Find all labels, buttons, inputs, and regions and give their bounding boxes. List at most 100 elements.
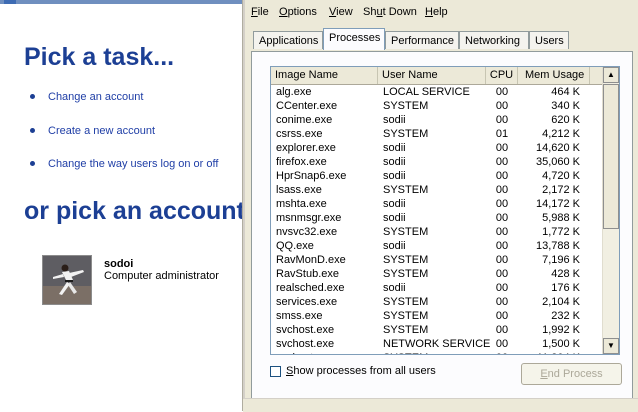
menu-options[interactable]: Options — [279, 5, 317, 19]
menu-view[interactable]: View — [329, 5, 353, 19]
process-mem-usage: 4,212 K — [542, 128, 580, 140]
tab-processes[interactable]: Processes — [323, 28, 385, 50]
tab-networking[interactable]: Networking — [459, 31, 529, 49]
column-header-user-name[interactable]: User Name — [378, 67, 486, 84]
column-header-mem-usage[interactable]: Mem Usage — [518, 67, 590, 84]
task-link-label[interactable]: Create a new account — [48, 125, 155, 137]
process-row[interactable]: explorer.exe sodii 00 14,620 K — [271, 141, 603, 155]
process-image-name: lsass.exe — [276, 184, 322, 196]
process-row[interactable]: services.exe SYSTEM 00 2,104 K — [271, 295, 603, 309]
process-row[interactable]: svchost.exe NETWORK SERVICE 00 1,500 K — [271, 337, 603, 351]
process-row[interactable]: svchost.exe SYSTEM 0011,304 K — [271, 351, 603, 354]
process-user-name: SYSTEM — [383, 100, 429, 112]
process-mem-usage: 14,620 K — [535, 142, 580, 154]
process-row[interactable]: csrss.exe SYSTEM 01 4,212 K — [271, 127, 603, 141]
vertical-scrollbar[interactable]: ▲ ▼ — [602, 67, 619, 354]
process-row[interactable]: CCenter.exe SYSTEM 00 340 K — [271, 99, 603, 113]
pick-account-heading: or pick an account — [24, 197, 245, 225]
process-cpu: 00 — [495, 226, 509, 238]
process-row[interactable]: nvsvc32.exe SYSTEM 00 1,772 K — [271, 225, 603, 239]
process-row[interactable]: smss.exe SYSTEM 00 232 K — [271, 309, 603, 323]
scroll-down-arrow-icon[interactable]: ▼ — [603, 338, 619, 354]
process-cpu: 01 — [495, 128, 509, 140]
pick-task-heading: Pick a task... — [24, 43, 175, 71]
process-cpu: 00 — [495, 296, 509, 308]
control-icon — [4, 0, 16, 4]
process-image-name: firefox.exe — [276, 156, 327, 168]
menu-help[interactable]: Help — [425, 5, 448, 19]
process-row[interactable]: RavStub.exe SYSTEM 00 428 K — [271, 267, 603, 281]
process-cpu: 00 — [495, 170, 509, 182]
bullet-icon — [30, 128, 35, 133]
menu-mnemonic: F — [251, 6, 258, 18]
process-mem-usage: 340 K — [551, 100, 580, 112]
end-process-button[interactable]: End Process — [521, 363, 622, 385]
task-link-label[interactable]: Change the way users log on or off — [48, 158, 218, 170]
process-mem-usage: 464 K — [551, 86, 580, 98]
button-mnemonic: E — [540, 368, 548, 380]
account-tile[interactable]: sodoi Computer administrator — [42, 255, 232, 307]
column-header-cpu[interactable]: CPU — [486, 67, 518, 84]
process-cpu: 00 — [486, 351, 518, 354]
process-user-name: SYSTEM — [383, 310, 429, 322]
process-row[interactable]: HprSnap6.exe sodii 00 4,720 K — [271, 169, 603, 183]
menu-label: iew — [336, 6, 353, 18]
menu-label: ptions — [287, 6, 317, 18]
process-row[interactable]: realsched.exe sodii 00 176 K — [271, 281, 603, 295]
process-image-name: msnmsgr.exe — [276, 212, 342, 224]
user-accounts-panel: Pick a task... Change an account Create … — [0, 0, 245, 411]
menu-label: ile — [257, 6, 269, 18]
process-row[interactable]: conime.exe sodii 00 620 K — [271, 113, 603, 127]
process-user-name: sodii — [383, 156, 406, 168]
process-user-name: SYSTEM — [383, 254, 429, 266]
avatar[interactable] — [42, 255, 92, 305]
menu-shut-down[interactable]: Shut Down — [363, 5, 417, 19]
process-user-name: sodii — [383, 198, 406, 210]
scroll-up-arrow-icon[interactable]: ▲ — [603, 67, 619, 83]
menu-mnemonic: O — [279, 6, 288, 18]
process-row[interactable]: alg.exe LOCAL SERVICE 00 464 K — [271, 85, 603, 99]
process-cpu: 00 — [495, 324, 509, 336]
menu-file[interactable]: File — [251, 5, 269, 19]
process-user-name: sodii — [383, 240, 406, 252]
process-mem-usage: 13,788 K — [535, 240, 580, 252]
process-mem-usage: 2,172 K — [542, 184, 580, 196]
task-manager-window: File Options View Shut Down Help Applica… — [242, 0, 638, 412]
process-mem-usage: 5,988 K — [542, 212, 580, 224]
process-mem-usage: 176 K — [551, 282, 580, 294]
process-row[interactable]: QQ.exe sodii 00 13,788 K — [271, 239, 603, 253]
checkbox-label: Show processes from all users — [286, 365, 436, 377]
process-image-name: RavMonD.exe — [276, 254, 346, 266]
process-cpu: 00 — [495, 114, 509, 126]
process-mem-usage: 1,772 K — [542, 226, 580, 238]
checkbox-label-text: how processes from all users — [293, 365, 436, 377]
process-user-name: NETWORK SERVICE — [383, 338, 491, 350]
process-row[interactable]: firefox.exe sodii 00 35,060 K — [271, 155, 603, 169]
column-header-image-name[interactable]: Image Name — [271, 67, 378, 84]
scroll-thumb[interactable] — [603, 84, 619, 229]
process-user-name: SYSTEM — [383, 184, 429, 196]
tab-applications[interactable]: Applications — [253, 31, 323, 49]
process-cpu: 00 — [495, 310, 509, 322]
tab-strip: Applications Processes Performance Netwo… — [251, 28, 631, 52]
process-image-name: conime.exe — [276, 114, 333, 126]
process-row[interactable]: svchost.exe SYSTEM 00 1,992 K — [271, 323, 603, 337]
process-cpu: 00 — [495, 268, 509, 280]
task-link-label[interactable]: Change an account — [48, 91, 143, 103]
bullet-icon — [30, 94, 35, 99]
process-row[interactable]: mshta.exe sodii 00 14,172 K — [271, 197, 603, 211]
process-row[interactable]: msnmsgr.exe sodii 00 5,988 K — [271, 211, 603, 225]
process-user-name: sodii — [383, 170, 406, 182]
process-mem-usage: 11,304 K — [518, 351, 580, 354]
process-image-name: QQ.exe — [276, 240, 314, 252]
checkbox-box[interactable] — [270, 366, 281, 377]
tab-performance[interactable]: Performance — [385, 31, 459, 49]
process-image-name: alg.exe — [276, 86, 312, 98]
process-user-name: SYSTEM — [383, 128, 429, 140]
process-row[interactable]: lsass.exe SYSTEM 00 2,172 K — [271, 183, 603, 197]
process-cpu: 00 — [495, 212, 509, 224]
process-image-name: realsched.exe — [276, 282, 345, 294]
process-list[interactable]: Image Name User Name CPU Mem Usage alg.e… — [270, 66, 620, 355]
tab-users[interactable]: Users — [529, 31, 569, 49]
process-row[interactable]: RavMonD.exe SYSTEM 00 7,196 K — [271, 253, 603, 267]
